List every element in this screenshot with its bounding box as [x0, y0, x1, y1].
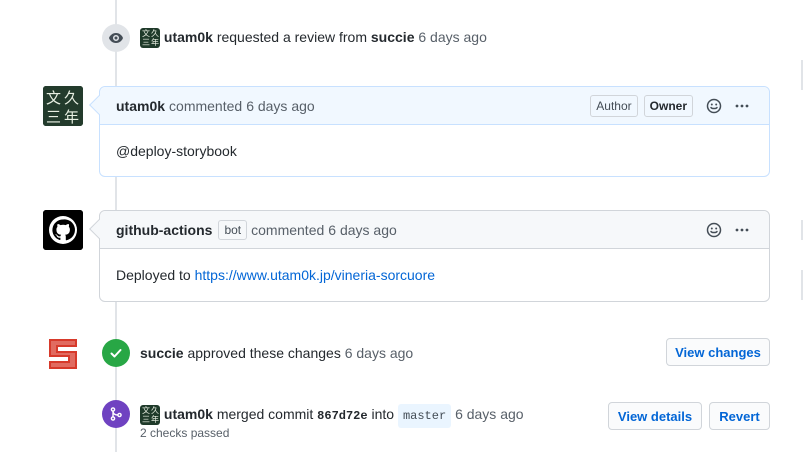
review-request-text: requested a review from — [216, 29, 367, 45]
merge-icon — [102, 400, 130, 428]
approval-user[interactable]: succie — [140, 345, 184, 361]
comment-action: commented — [251, 221, 325, 238]
review-request-user[interactable]: utam0k — [164, 29, 213, 45]
avatar[interactable]: 文 久 三 年 — [43, 86, 83, 126]
approval-time[interactable]: 6 days ago — [345, 345, 414, 361]
review-request-event: 文久三年 utam0k requested a review from succ… — [140, 27, 487, 49]
svg-text:文: 文 — [46, 89, 61, 107]
deploy-link[interactable]: https://www.utam0k.jp/vineria-sorcuore — [195, 267, 435, 283]
commit-sha-link[interactable]: 867d72e — [317, 409, 367, 423]
owner-tag: Owner — [643, 95, 693, 117]
comment-box: github-actions bot commented 6 days ago … — [89, 210, 770, 302]
comment-box: utam0k commented 6 days ago Author Owner… — [89, 86, 770, 177]
comment-author[interactable]: utam0k — [116, 98, 165, 114]
comment-body: @deploy-storybook — [116, 143, 237, 159]
revert-button[interactable]: Revert — [709, 402, 770, 430]
approval-event: succie approved these changes 6 days ago — [140, 343, 413, 363]
checks-status[interactable]: 2 checks passed — [140, 425, 229, 441]
svg-text:年: 年 — [64, 108, 79, 126]
author-tag: Author — [590, 95, 638, 117]
github-logo-icon[interactable] — [43, 210, 83, 250]
branch-name[interactable]: master — [397, 404, 452, 428]
comment-caret — [89, 95, 109, 115]
view-changes-button[interactable]: View changes — [666, 338, 770, 366]
comment-actions: Author Owner — [584, 87, 753, 125]
avatar[interactable]: 文久三年 — [140, 28, 160, 49]
comment-actions — [697, 211, 753, 249]
approval-text: approved these changes — [187, 345, 341, 361]
smiley-icon[interactable] — [703, 219, 725, 241]
comment-header: utam0k commented 6 days ago Author Owner — [89, 87, 769, 125]
eye-icon — [102, 24, 130, 52]
check-icon — [102, 339, 130, 367]
comment-time[interactable]: 6 days ago — [246, 98, 315, 114]
merge-text: merged commit — [216, 406, 314, 422]
comment-time[interactable]: 6 days ago — [328, 222, 397, 238]
comment-author[interactable]: github-actions — [116, 222, 212, 238]
comment-body: Deployed to https://www.utam0k.jp/vineri… — [100, 249, 769, 301]
deployed-text: Deployed to — [116, 267, 191, 283]
avatar[interactable] — [43, 334, 83, 374]
merge-into: into — [371, 406, 395, 422]
kebab-menu-icon[interactable] — [731, 95, 753, 117]
kebab-menu-icon[interactable] — [731, 219, 753, 241]
comment-header: github-actions bot commented 6 days ago — [89, 211, 769, 249]
reviewer-name[interactable]: succie — [371, 29, 415, 45]
merge-time[interactable]: 6 days ago — [455, 406, 524, 422]
avatar[interactable]: 文久三年 — [140, 405, 160, 426]
bot-tag: bot — [218, 219, 248, 240]
view-details-button[interactable]: View details — [608, 402, 702, 430]
svg-text:三: 三 — [46, 108, 61, 126]
svg-text:久: 久 — [64, 89, 79, 107]
smiley-icon[interactable] — [703, 95, 725, 117]
comment-caret — [89, 219, 109, 239]
merge-user[interactable]: utam0k — [164, 406, 213, 422]
comment-action: commented — [169, 97, 243, 114]
review-request-time[interactable]: 6 days ago — [418, 29, 487, 45]
